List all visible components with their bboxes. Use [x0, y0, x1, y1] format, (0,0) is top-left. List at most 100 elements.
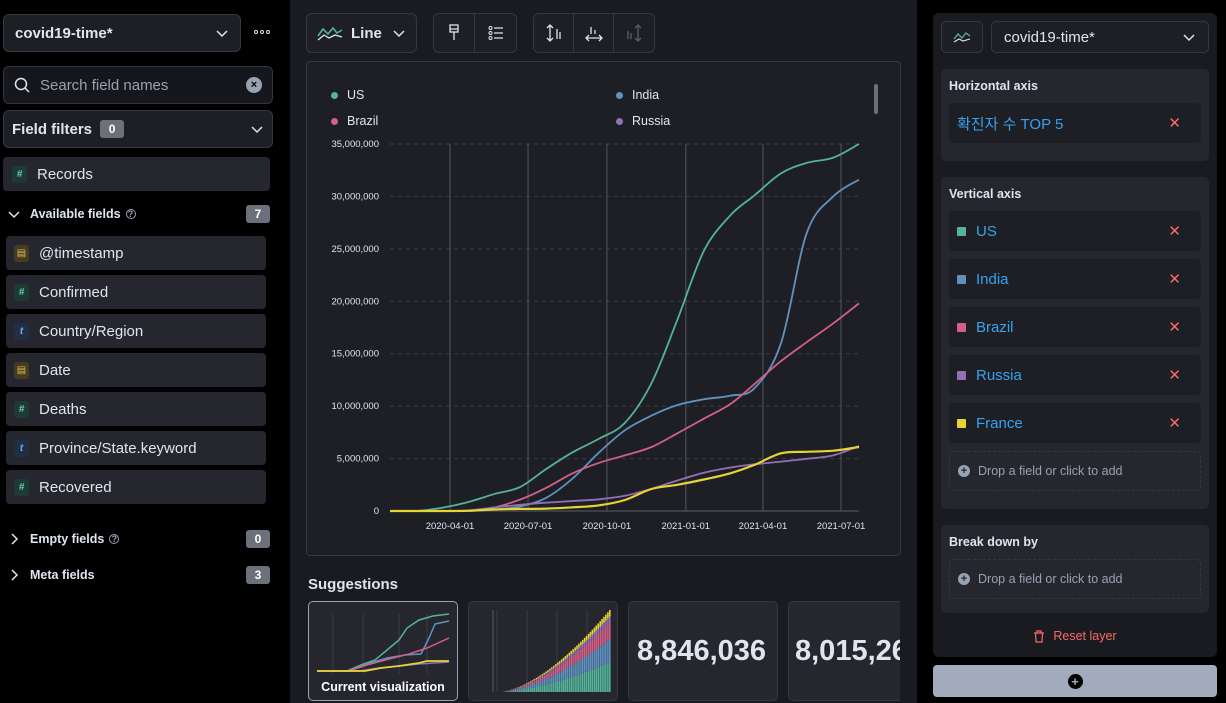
add-layer-button[interactable]: + [933, 665, 1217, 697]
thumb-bar-segment [587, 671, 590, 692]
vertical-axis-dimension[interactable]: Brazil ✕ [949, 307, 1201, 347]
current-visualization-thumbnail [317, 613, 450, 674]
thumb-bar-segment [585, 635, 588, 641]
reset-layer-button[interactable]: Reset layer [933, 629, 1217, 643]
color-swatch [957, 370, 966, 380]
thumb-bar-segment [564, 661, 567, 670]
breakdown-group: Break down by + Drop a field or click to… [941, 525, 1209, 613]
thumb-bar-segment [516, 690, 518, 692]
remove-icon[interactable]: ✕ [1168, 114, 1181, 132]
thumb-bar-segment [587, 654, 590, 672]
thumb-bar-segment [551, 671, 553, 677]
thumb-bar-segment [564, 656, 567, 659]
field-name: Province/State.keyword [39, 439, 197, 457]
thumb-bar-segment [562, 663, 565, 671]
thumb-bar-segment [512, 690, 515, 691]
legend-button[interactable] [475, 14, 516, 52]
thumb-bar-segment [555, 668, 557, 675]
line-chart-icon [953, 32, 971, 43]
suggestion-metric-2[interactable]: 8,015,262 [788, 601, 900, 701]
number-type-icon: # [14, 283, 29, 301]
field-item-records[interactable]: # Records [3, 157, 270, 191]
thumb-bar-segment [531, 687, 534, 692]
thumb-bar-segment [541, 680, 544, 686]
breakdown-title: Break down by [949, 535, 1038, 549]
available-fields-header[interactable]: Available fields ? 7 [8, 204, 270, 224]
field-search-box[interactable]: × [3, 66, 273, 104]
field-item[interactable]: # Recovered [6, 470, 266, 504]
more-options-icon[interactable] [252, 25, 272, 39]
y-tick-label: 25,000,000 [331, 244, 379, 255]
field-item[interactable]: ▤ @timestamp [6, 236, 266, 270]
thumb-bar-segment [512, 691, 515, 692]
remove-icon[interactable]: ✕ [1168, 270, 1181, 288]
thumb-bar-segment [522, 686, 524, 688]
thumb-bar-segment [527, 682, 530, 684]
breakdown-drop-zone[interactable]: + Drop a field or click to add [949, 559, 1201, 599]
thumb-bar-segment [508, 691, 511, 692]
remove-icon[interactable]: ✕ [1168, 222, 1181, 240]
filters-count-badge: 0 [100, 120, 125, 138]
thumb-bar-segment [593, 650, 596, 669]
empty-fields-header[interactable]: Empty fields ? 0 [8, 529, 270, 549]
meta-fields-header[interactable]: Meta fields 3 [8, 565, 270, 585]
field-item[interactable]: # Confirmed [6, 275, 266, 309]
vertical-axis-dimension[interactable]: France ✕ [949, 403, 1201, 443]
right-axis-button[interactable] [614, 14, 654, 52]
thumb-bar-segment [529, 682, 532, 683]
thumb-bar-segment [607, 612, 609, 619]
suggestion-stacked-area[interactable] [468, 601, 618, 701]
suggestion-metric-1[interactable]: 8,846,036 [628, 601, 778, 701]
thumb-bar-segment [522, 685, 524, 687]
field-item[interactable]: # Deaths [6, 392, 266, 426]
vertical-axis-drop-zone[interactable]: + Drop a field or click to add [949, 451, 1201, 491]
thumb-bar-segment [539, 686, 542, 692]
thumb-bar-segment [605, 664, 607, 692]
thumb-bar-segment [583, 672, 586, 692]
trash-icon [1034, 629, 1045, 643]
vertical-axis-dimension[interactable]: India ✕ [949, 259, 1201, 299]
horizontal-axis-dimension[interactable]: 확진자 수 TOP 5 ✕ [949, 103, 1201, 143]
layer-type-button[interactable] [941, 21, 983, 53]
thumb-bar-segment [541, 675, 544, 677]
horizontal-axis-group: Horizontal axis 확진자 수 TOP 5 ✕ [941, 69, 1209, 161]
vertical-axis-dimension[interactable]: Russia ✕ [949, 355, 1201, 395]
thumb-bar-segment [605, 642, 607, 665]
field-item[interactable]: t Country/Region [6, 314, 266, 348]
field-item[interactable]: ▤ Date [6, 353, 266, 387]
number-type-icon: # [12, 165, 27, 183]
dimension-label: US [976, 222, 997, 240]
thumb-bar-segment [593, 627, 596, 633]
field-filters-button[interactable]: Field filters 0 [3, 110, 273, 148]
dataview-select[interactable]: covid19-time* [3, 14, 241, 52]
thumb-bar-segment [556, 673, 559, 682]
suggestion-current-visualization[interactable]: Current visualization [308, 601, 458, 701]
thumb-bar-segment [512, 689, 515, 691]
thumb-bar-segment [583, 642, 586, 647]
thumb-bar-segment [526, 684, 528, 685]
remove-icon[interactable]: ✕ [1168, 318, 1181, 336]
field-search-input[interactable] [40, 76, 230, 94]
axis-button-group [533, 13, 655, 53]
field-filters-label: Field filters [12, 120, 93, 138]
vertical-axis-dimension[interactable]: US ✕ [949, 211, 1201, 251]
paintbrush-icon [449, 24, 459, 40]
thumb-bar-segment [568, 677, 571, 692]
layer-dataview-select[interactable]: covid19-time* [991, 21, 1209, 53]
thumb-bar-segment [556, 681, 559, 692]
clear-icon[interactable]: × [246, 77, 262, 93]
chart-type-switcher[interactable]: Line [306, 13, 417, 53]
thumb-bar-segment [547, 670, 549, 672]
left-axis-button[interactable] [534, 14, 574, 52]
thumb-bar-segment [574, 654, 576, 664]
thumb-bar-segment [555, 682, 557, 692]
paintbrush-button[interactable] [434, 14, 475, 52]
remove-icon[interactable]: ✕ [1168, 366, 1181, 384]
thumb-bar-segment [591, 634, 594, 640]
y-tick-label: 0 [374, 506, 379, 517]
bottom-axis-button[interactable] [574, 14, 614, 52]
field-item[interactable]: t Province/State.keyword [6, 431, 266, 465]
thumb-bar-segment [516, 689, 518, 691]
remove-icon[interactable]: ✕ [1168, 414, 1181, 432]
thumb-bar-segment [537, 682, 540, 687]
